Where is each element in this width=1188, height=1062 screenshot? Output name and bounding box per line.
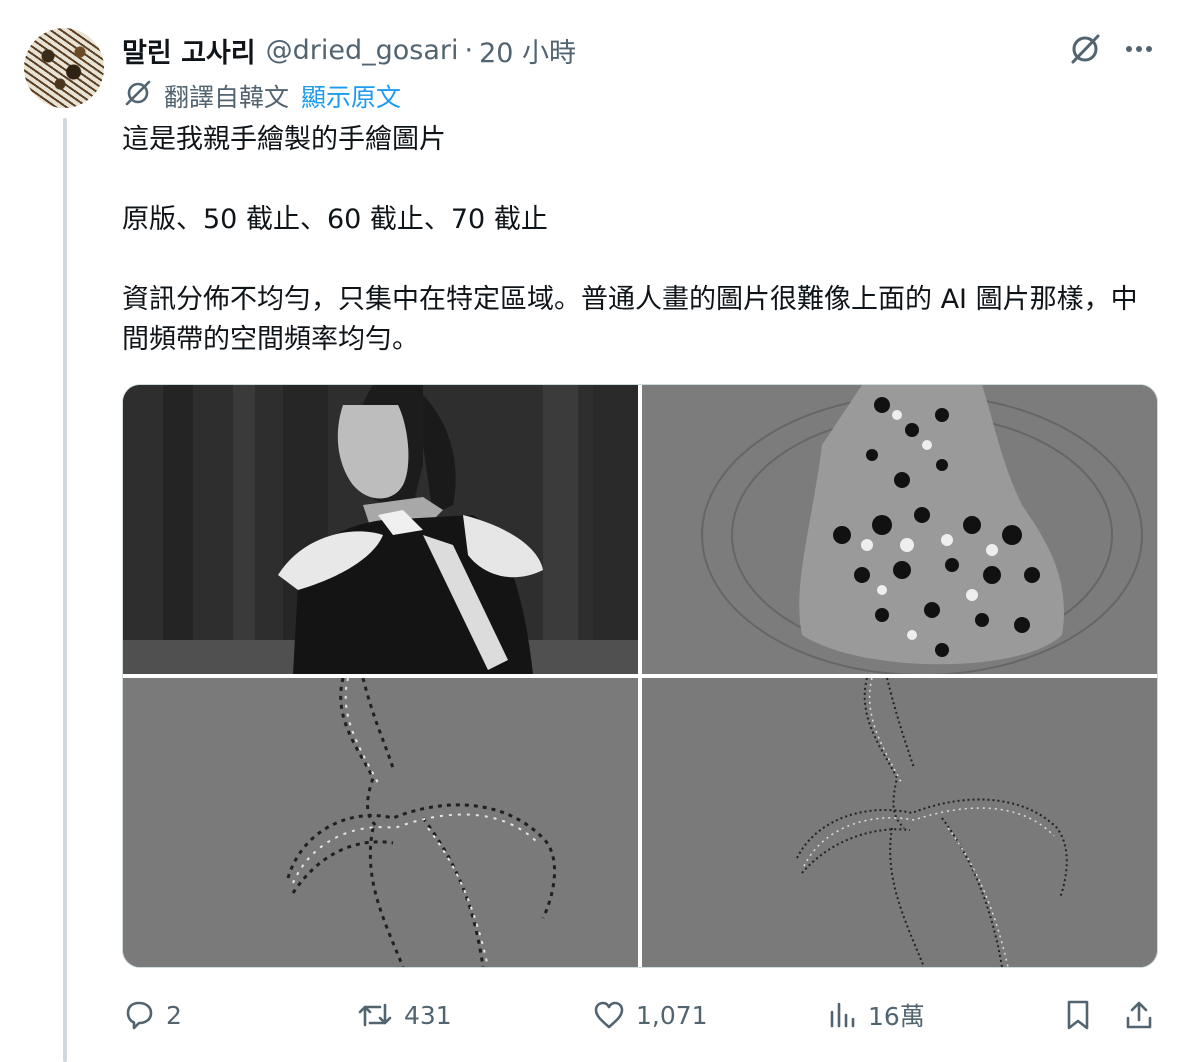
retweet-count: 431 — [404, 1000, 452, 1030]
reply-count: 2 — [166, 1000, 182, 1030]
views-count: 16萬 — [868, 1002, 925, 1031]
translated-from-label: 翻譯自韓文 — [164, 83, 290, 112]
user-handle[interactable]: @dried_gosari — [266, 35, 459, 66]
bookmark-button[interactable] — [1062, 990, 1104, 1040]
retweet-button[interactable]: 431 — [356, 990, 452, 1040]
tweet-header: 말린 고사리 @dried_gosari · 20 小時 — [122, 30, 576, 70]
tweet-paragraph-2: 原版、50 截止、60 截止、70 截止 — [122, 204, 548, 235]
avatar[interactable] — [24, 28, 104, 108]
show-original-link[interactable]: 顯示原文 — [301, 78, 401, 114]
media-image-cutoff-50[interactable] — [642, 385, 1157, 674]
reply-button[interactable]: 2 — [122, 990, 182, 1040]
grok-icon[interactable] — [1064, 28, 1106, 70]
media-image-cutoff-60[interactable] — [123, 678, 638, 967]
retweet-icon — [358, 1003, 392, 1027]
like-button[interactable]: 1,071 — [592, 990, 708, 1040]
media-image-original[interactable] — [123, 385, 638, 674]
views-button[interactable]: 16萬 — [828, 990, 925, 1040]
tweet-actions: 2 431 1,071 16萬 — [122, 990, 1162, 1040]
more-icon[interactable] — [1118, 28, 1160, 70]
separator-dot: · — [464, 34, 474, 66]
reply-icon — [126, 1001, 153, 1030]
timestamp[interactable]: 20 小時 — [479, 31, 576, 70]
share-icon — [1126, 1001, 1152, 1029]
translate-icon — [122, 77, 154, 115]
share-button[interactable] — [1122, 990, 1166, 1040]
translation-row: 翻譯自韓文 顯示原文 — [122, 78, 401, 114]
tweet-paragraph-3: 資訊分佈不均勻，只集中在特定區域。普通人畫的圖片很難像上面的 AI 圖片那樣，中… — [122, 284, 1138, 355]
views-icon — [830, 1002, 855, 1028]
like-icon — [594, 1001, 624, 1029]
media-grid — [122, 384, 1158, 968]
media-image-cutoff-70[interactable] — [642, 678, 1157, 967]
thread-line — [63, 118, 67, 1062]
tweet-paragraph-1: 這是我親手繪製的手繪圖片 — [122, 124, 446, 155]
bookmark-icon — [1067, 1000, 1089, 1030]
display-name[interactable]: 말린 고사리 — [122, 31, 256, 70]
like-count: 1,071 — [636, 1000, 708, 1030]
